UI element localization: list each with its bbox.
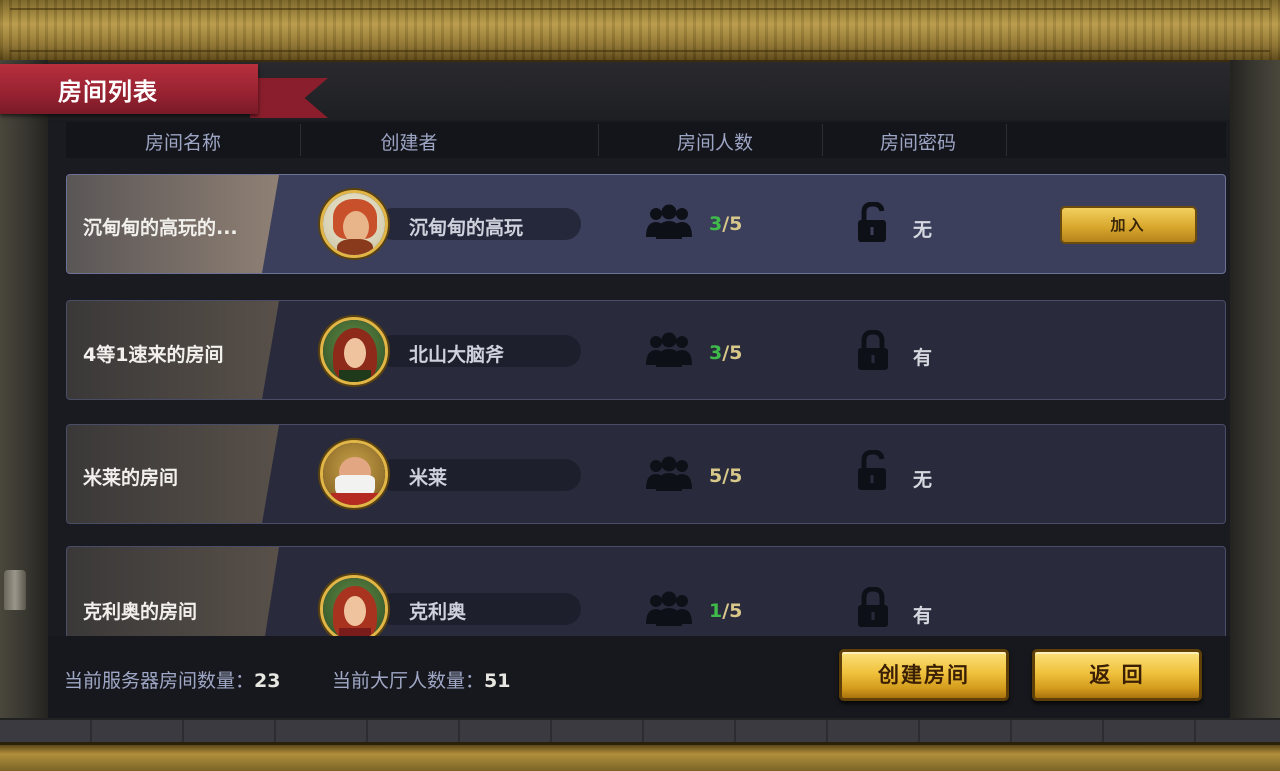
column-header-player-count: 房间人数 — [676, 132, 753, 154]
column-header-creator: 创建者 — [380, 132, 438, 154]
create-room-button[interactable]: 创建房间 — [839, 649, 1009, 701]
max-players: /5 — [722, 465, 743, 487]
room-row[interactable]: 4等1速来的房间 北山大脑斧 3/5 有 — [66, 300, 1226, 400]
room-row[interactable]: 米莱的房间 米莱 5/5 无 — [66, 424, 1226, 524]
room-row[interactable]: 沉甸甸的高玩的... 沉甸甸的高玩 3/5 无 加入 — [66, 174, 1226, 274]
player-count: 3/5 — [709, 213, 742, 235]
column-divider — [1006, 124, 1007, 156]
padlock-closed-icon — [858, 587, 888, 627]
current-players: 5 — [709, 465, 723, 487]
creator-name-pill — [377, 459, 581, 491]
password-status: 无 — [913, 219, 933, 241]
creator-name: 北山大脑斧 — [409, 344, 505, 366]
password-status: 无 — [913, 469, 933, 491]
password-status: 有 — [913, 347, 933, 369]
creator-avatar — [320, 317, 388, 385]
max-players: /5 — [722, 213, 743, 235]
back-button[interactable]: 返 回 — [1032, 649, 1202, 701]
right-frame-pillar — [1230, 60, 1280, 718]
creator-name: 米莱 — [409, 467, 448, 489]
people-group-icon — [646, 332, 692, 367]
padlock-open-icon — [858, 450, 886, 490]
server-room-count: 当前服务器房间数量：23 — [64, 666, 280, 693]
room-row[interactable]: 克利奥的房间 克利奥 1/5 有 — [66, 546, 1226, 636]
people-group-icon — [646, 456, 692, 491]
column-header-room-name: 房间名称 — [144, 132, 221, 154]
join-button[interactable]: 加入 — [1060, 206, 1197, 244]
room-name: 米莱的房间 — [83, 467, 179, 489]
padlock-closed-icon — [858, 330, 888, 370]
server-room-count-value: 23 — [254, 670, 281, 692]
server-room-count-label: 当前服务器房间数量： — [64, 670, 255, 692]
current-players: 3 — [709, 342, 723, 364]
creator-name: 沉甸甸的高玩 — [409, 217, 524, 239]
room-name: 4等1速来的房间 — [83, 344, 224, 366]
creator-name: 克利奥 — [409, 601, 467, 623]
password-status: 有 — [913, 605, 933, 627]
lobby-player-count: 当前大厅人数量：51 — [332, 666, 510, 693]
player-count: 5/5 — [709, 465, 742, 487]
floor-strip — [0, 718, 1280, 744]
max-players: /5 — [722, 600, 743, 622]
bottom-frame-border — [0, 742, 1280, 771]
room-list[interactable]: 沉甸甸的高玩的... 沉甸甸的高玩 3/5 无 加入 4等1速来的房间 北山大脑… — [66, 160, 1228, 636]
padlock-open-icon — [858, 202, 886, 242]
creator-name-pill — [377, 593, 581, 625]
creator-avatar — [320, 440, 388, 508]
people-group-icon — [646, 591, 692, 626]
current-players: 3 — [709, 213, 723, 235]
people-group-icon — [646, 204, 692, 239]
left-frame-pillar — [0, 60, 48, 718]
player-count: 3/5 — [709, 342, 742, 364]
creator-avatar — [320, 190, 388, 258]
max-players: /5 — [722, 342, 743, 364]
page-title: 房间列表 — [58, 78, 158, 106]
player-count: 1/5 — [709, 600, 742, 622]
lantern-decoration — [4, 570, 26, 610]
creator-avatar — [320, 575, 388, 636]
column-header-password: 房间密码 — [879, 132, 956, 154]
lobby-player-count-label: 当前大厅人数量： — [332, 670, 485, 692]
top-frame-border — [0, 0, 1280, 63]
lobby-player-count-value: 51 — [484, 670, 511, 692]
current-players: 1 — [709, 600, 723, 622]
room-name: 克利奥的房间 — [83, 601, 198, 623]
room-name: 沉甸甸的高玩的... — [83, 217, 238, 239]
